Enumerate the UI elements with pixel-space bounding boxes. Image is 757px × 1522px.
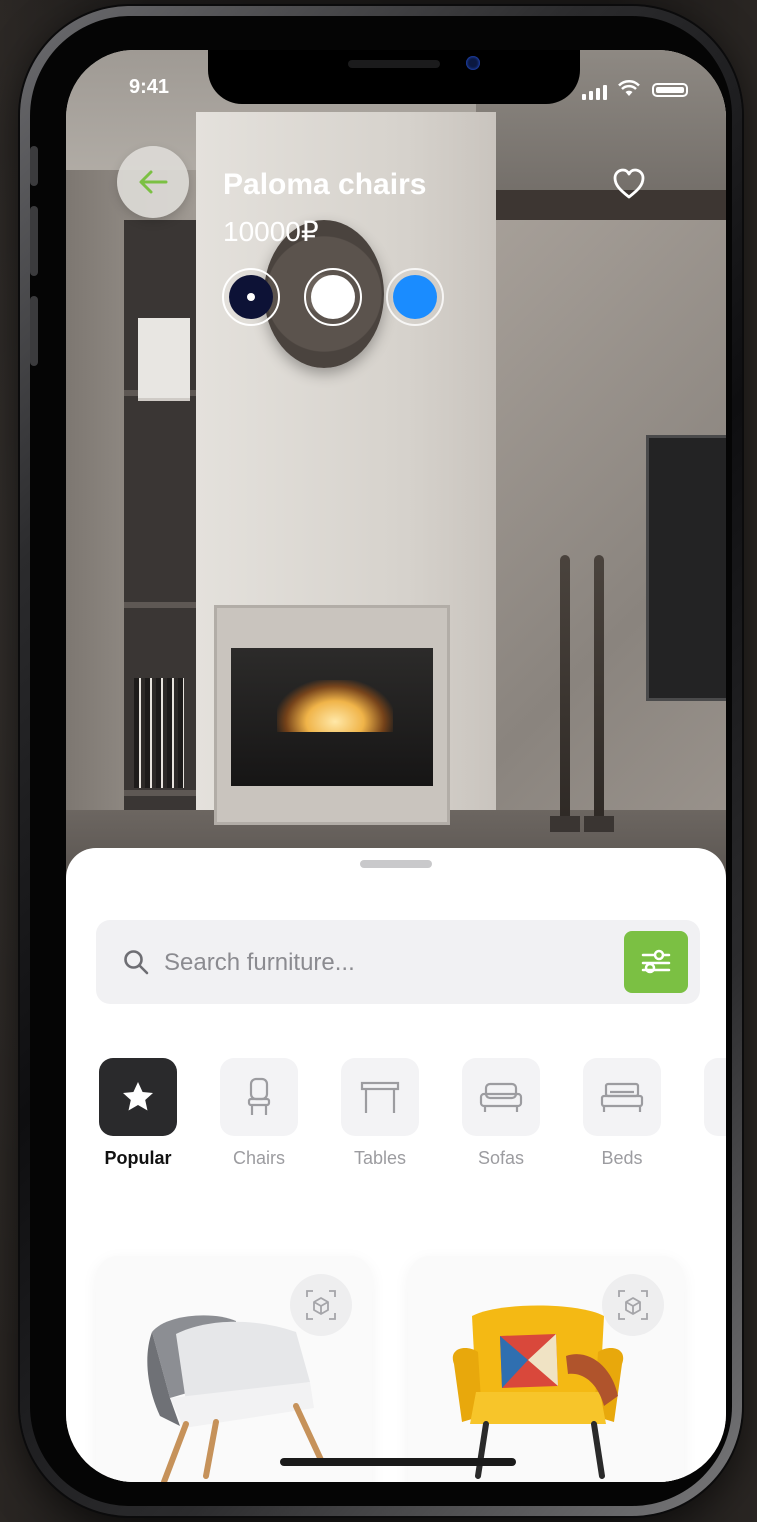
- category-label: Beds: [601, 1148, 643, 1168]
- category-beds[interactable]: Beds: [580, 1058, 664, 1169]
- silent-switch: [30, 146, 38, 186]
- sliders-icon: [641, 949, 671, 974]
- sheet-drag-handle[interactable]: [360, 860, 432, 868]
- sofa-icon: [479, 1082, 523, 1112]
- front-camera: [466, 56, 480, 70]
- back-button[interactable]: [117, 146, 189, 218]
- filter-button[interactable]: [624, 931, 688, 993]
- product-card[interactable]: [408, 1256, 684, 1482]
- speaker: [348, 60, 440, 68]
- selected-indicator: [247, 293, 255, 301]
- category-chairs[interactable]: Chairs: [217, 1058, 301, 1169]
- battery-icon: [652, 83, 688, 97]
- color-swatch-navy[interactable]: [222, 268, 280, 326]
- bottom-sheet: Popular Chairs: [66, 848, 726, 1482]
- sculpture: [560, 555, 570, 825]
- category-label: Chairs: [232, 1148, 285, 1168]
- status-time: 9:41: [129, 76, 170, 98]
- category-tables[interactable]: Tables: [338, 1058, 422, 1169]
- notch: [208, 50, 580, 104]
- category-label: Sofas: [477, 1148, 525, 1168]
- volume-down-button: [30, 296, 38, 366]
- search-bar: [96, 920, 700, 1004]
- tv: [646, 435, 726, 701]
- color-swatch-white[interactable]: [304, 268, 362, 326]
- fire: [277, 680, 393, 732]
- grey-armchair-image: [147, 1315, 325, 1482]
- table-icon: [360, 1081, 400, 1113]
- status-bar: 9:41: [66, 50, 726, 110]
- status-icons: [582, 80, 702, 100]
- category-label: Popular: [104, 1148, 172, 1168]
- color-swatches: [222, 268, 444, 326]
- category-label: Tables: [353, 1148, 407, 1168]
- sculpture: [594, 555, 604, 825]
- home-indicator: [280, 1458, 516, 1466]
- volume-up-button: [30, 206, 38, 276]
- product-title: Paloma chairs: [223, 168, 427, 201]
- category-more[interactable]: [701, 1058, 726, 1136]
- arrow-left-icon: [139, 170, 168, 194]
- star-icon: [123, 1082, 153, 1111]
- wifi-icon: [618, 80, 640, 96]
- product-card[interactable]: [96, 1256, 372, 1482]
- favorite-heart-icon[interactable]: [612, 167, 646, 201]
- category-popular[interactable]: Popular: [96, 1058, 180, 1169]
- search-icon: [124, 950, 149, 975]
- signal-icon: [582, 85, 607, 100]
- product-price: 10000₽: [223, 216, 319, 247]
- color-swatch-blue[interactable]: [386, 268, 444, 326]
- category-tabs: Popular Chairs Tables Sofas Beds: [96, 1058, 726, 1188]
- bed-icon: [600, 1082, 644, 1112]
- yellow-armchair-image: [452, 1305, 624, 1479]
- category-sofas[interactable]: Sofas: [459, 1058, 543, 1169]
- fireplace: [214, 605, 450, 825]
- search-input[interactable]: [162, 940, 606, 986]
- app-screen: 9:41 Paloma chairs 10000₽ Search furnitu…: [66, 50, 726, 1482]
- chair-icon: [247, 1077, 271, 1115]
